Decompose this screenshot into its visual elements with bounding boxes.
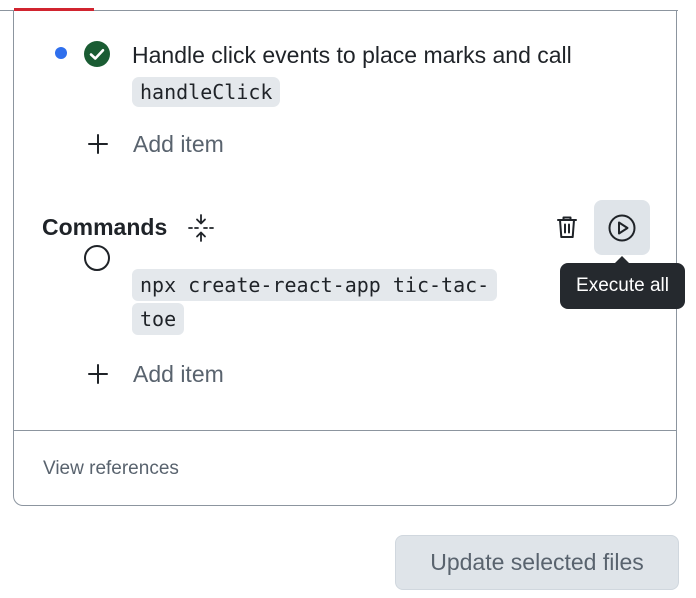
add-command-item-button[interactable]: Add item [87, 359, 224, 389]
view-references-link[interactable]: View references [43, 458, 179, 480]
task-description: Handle click events to place marks and c… [132, 42, 572, 68]
execute-all-button[interactable] [594, 200, 650, 255]
task-code-snippet: handleClick [132, 77, 281, 107]
circle-icon[interactable] [83, 244, 111, 272]
command-code: npx create-react-app tic-tac-toe [132, 269, 498, 335]
add-item-label: Add item [133, 130, 224, 157]
trash-icon[interactable] [553, 213, 581, 241]
check-circle-icon[interactable] [83, 40, 111, 68]
execute-all-tooltip: Execute all [560, 263, 685, 309]
new-change-dot-icon [55, 47, 67, 59]
command-item[interactable]: npx create-react-app tic-tac-toe [132, 268, 512, 336]
update-selected-files-button[interactable]: Update selected files [395, 535, 679, 590]
add-item-label: Add item [133, 360, 224, 387]
plus-icon [88, 364, 108, 384]
copilot-task-panel: Handle click events to place marks and c… [0, 0, 696, 598]
commands-heading: Commands [42, 214, 168, 240]
play-icon [608, 214, 636, 242]
fold-icon[interactable] [186, 213, 216, 243]
footer-divider [13, 430, 677, 431]
add-task-item-button[interactable]: Add item [87, 129, 224, 159]
task-item-text[interactable]: Handle click events to place marks and c… [132, 37, 602, 110]
plus-icon [88, 134, 108, 154]
